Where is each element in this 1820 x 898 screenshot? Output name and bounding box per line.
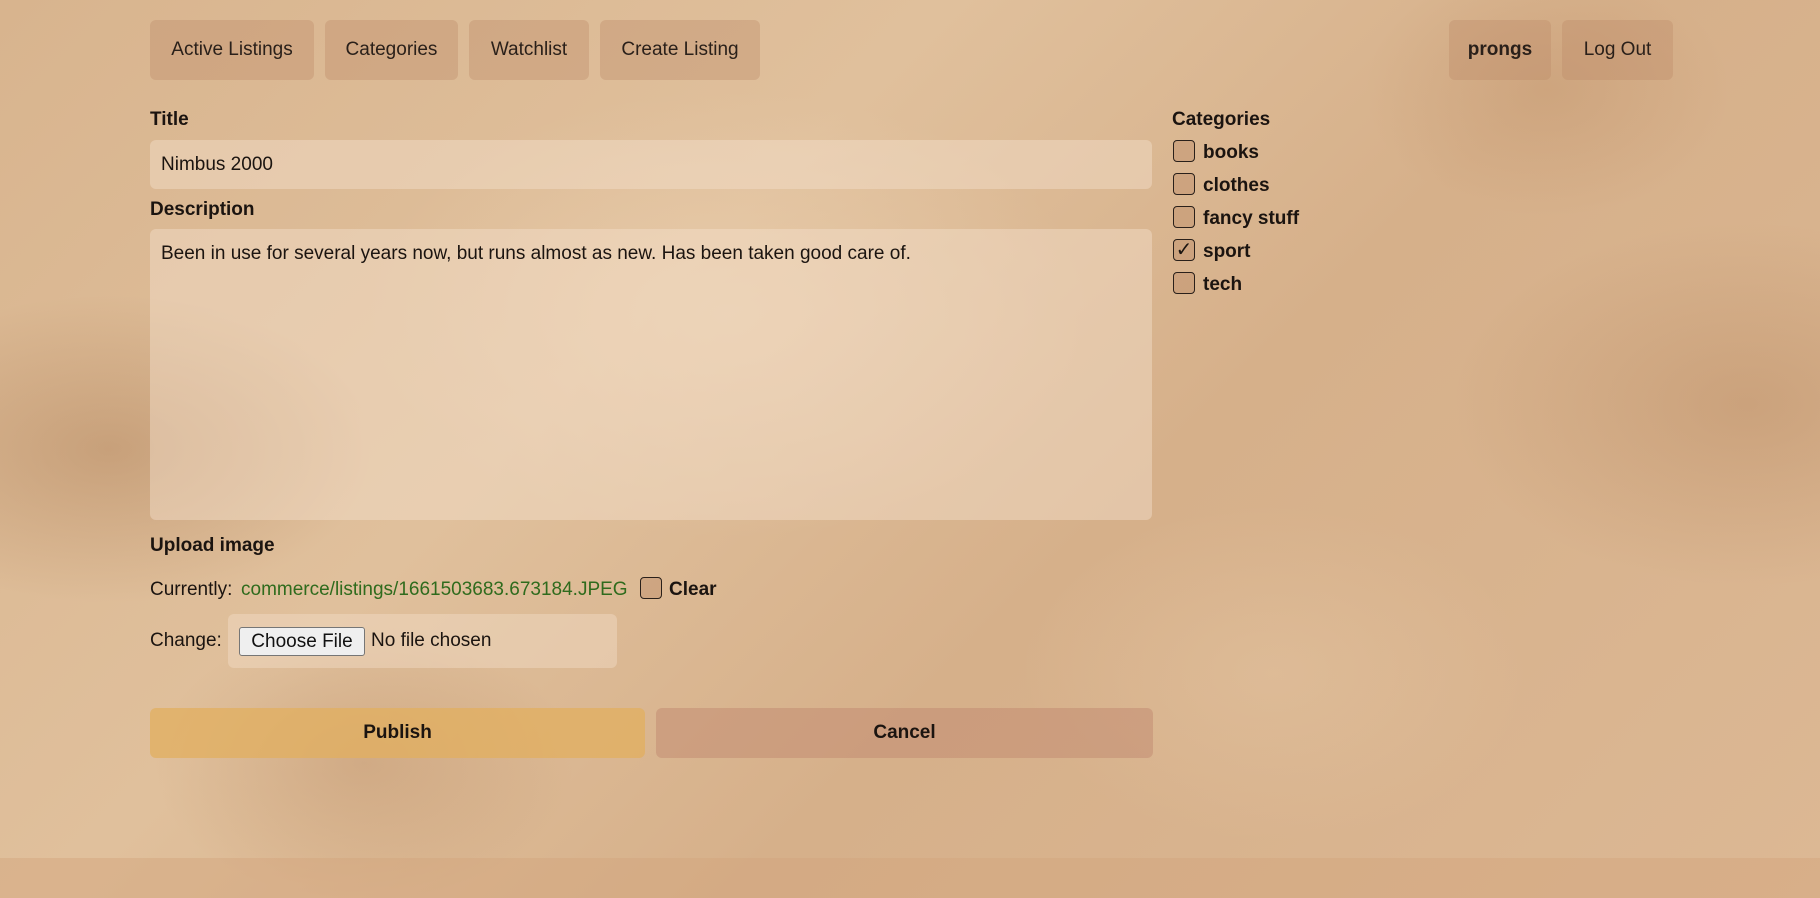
nav-active-listings-label: Active Listings xyxy=(171,39,293,60)
clear-label: Clear xyxy=(669,579,717,600)
no-file-text: No file chosen xyxy=(371,630,492,651)
nav-username: prongs xyxy=(1467,39,1533,60)
category-label-sport: sport xyxy=(1203,241,1251,262)
change-label: Change: xyxy=(150,630,222,651)
category-label-books: books xyxy=(1203,142,1259,163)
category-checkbox-fancy-stuff[interactable] xyxy=(1173,206,1195,228)
nav-categories[interactable]: Categories xyxy=(325,20,458,80)
nav-active-listings[interactable]: Active Listings xyxy=(150,20,314,80)
publish-label: Publish xyxy=(363,722,432,743)
nav-logout[interactable]: Log Out xyxy=(1562,20,1673,80)
description-text: Been in use for several years now, but r… xyxy=(161,243,911,264)
category-label-fancy-stuff: fancy stuff xyxy=(1203,208,1300,229)
description-label: Description xyxy=(150,199,255,220)
nav-watchlist[interactable]: Watchlist xyxy=(469,20,589,80)
publish-button[interactable]: Publish xyxy=(150,708,645,758)
nav-watchlist-label: Watchlist xyxy=(490,39,568,60)
category-checkbox-books[interactable] xyxy=(1173,140,1195,162)
cancel-button[interactable]: Cancel xyxy=(656,708,1153,758)
category-checkbox-tech[interactable] xyxy=(1173,272,1195,294)
category-checkbox-clothes[interactable] xyxy=(1173,173,1195,195)
nav-logout-label: Log Out xyxy=(1583,39,1652,60)
currently-label: Currently: xyxy=(150,579,233,600)
nav-user-profile[interactable]: prongs xyxy=(1449,20,1551,80)
current-file-link[interactable]: commerce/listings/1661503683.673184.JPEG xyxy=(241,579,628,601)
nav-create-listing[interactable]: Create Listing xyxy=(600,20,760,80)
choose-file-button[interactable]: Choose File xyxy=(239,627,365,656)
cancel-label: Cancel xyxy=(873,722,936,743)
category-label-tech: tech xyxy=(1203,274,1243,295)
checkmark-icon: ✓ xyxy=(1175,239,1193,261)
description-textarea[interactable]: Been in use for several years now, but r… xyxy=(150,229,1152,520)
choose-file-label: Choose File xyxy=(251,630,353,652)
nav-create-listing-label: Create Listing xyxy=(621,39,739,60)
category-label-clothes: clothes xyxy=(1203,175,1270,196)
title-input[interactable] xyxy=(150,140,1152,189)
categories-heading: Categories xyxy=(1172,109,1271,130)
clear-checkbox[interactable] xyxy=(640,577,662,599)
footer-bar xyxy=(0,858,1820,898)
category-checkbox-sport[interactable]: ✓ xyxy=(1173,239,1195,261)
title-label: Title xyxy=(150,109,189,130)
upload-image-label: Upload image xyxy=(150,535,275,556)
nav-categories-label: Categories xyxy=(345,39,438,60)
